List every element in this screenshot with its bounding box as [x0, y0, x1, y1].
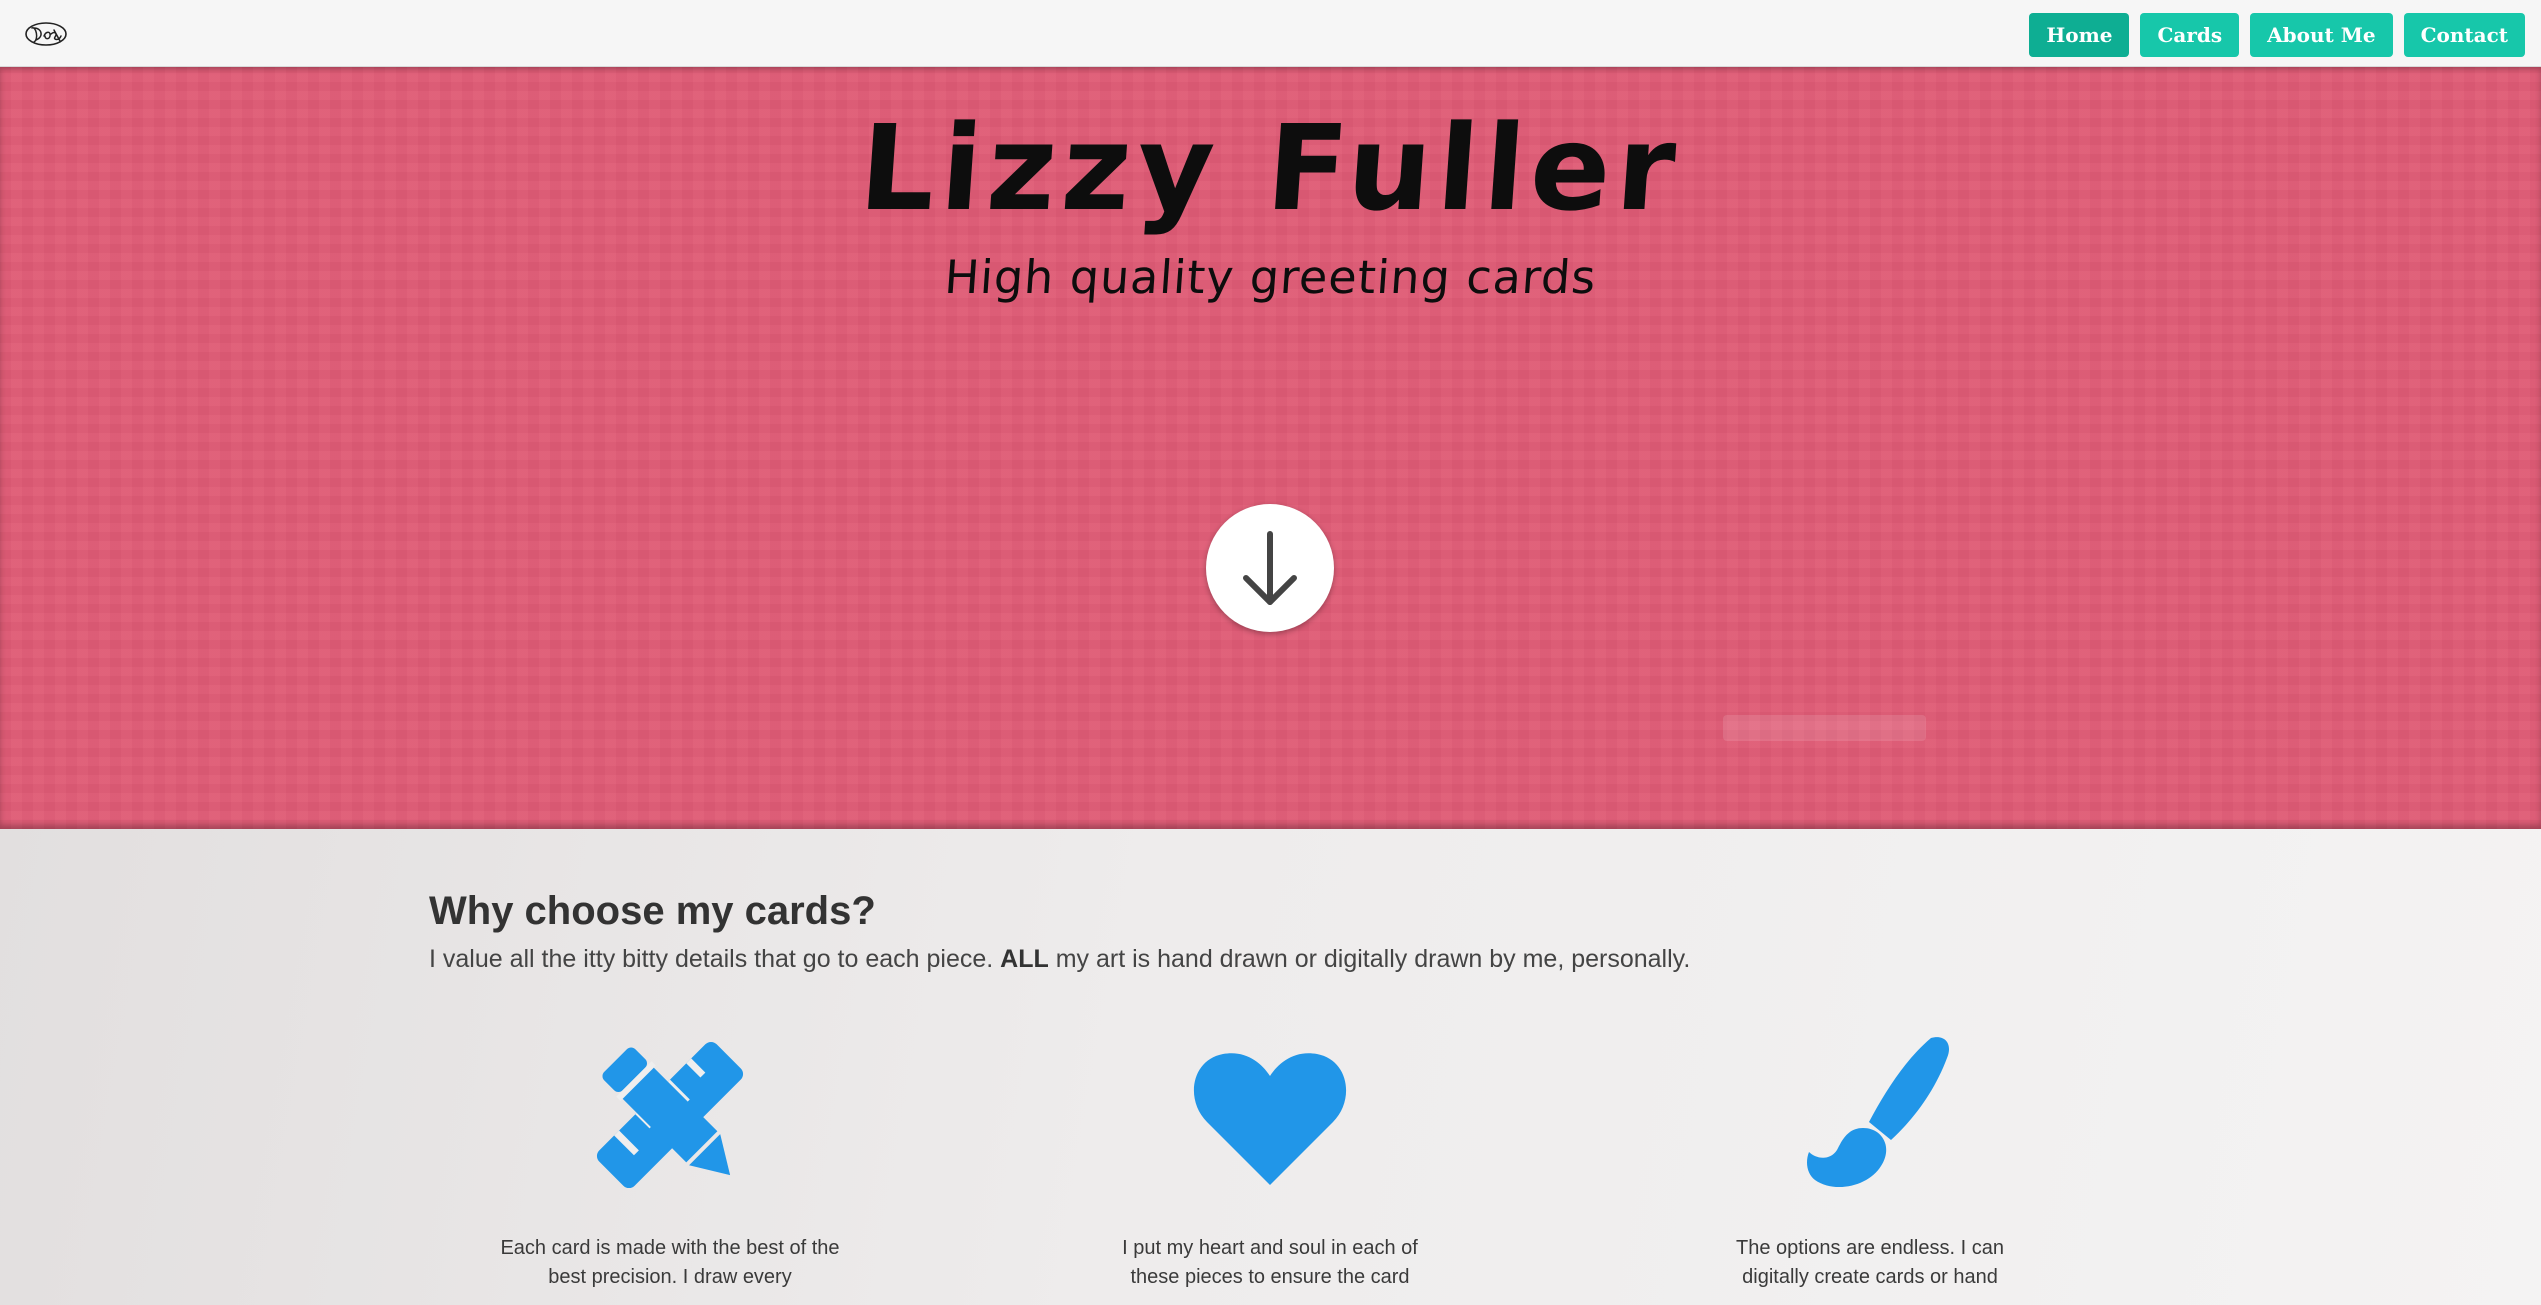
paint-brush-icon — [1700, 1030, 2040, 1200]
heart-icon — [1100, 1030, 1440, 1200]
faint-overlay-widget — [1723, 715, 1926, 741]
features-intro-end: my art is hand drawn or digitally drawn … — [1048, 945, 1691, 973]
feature-options-text: The options are endless. I can digitally… — [1736, 1237, 2004, 1288]
features-intro-start: I value all the itty bitty details that … — [429, 945, 1001, 973]
scroll-down-button[interactable] — [1206, 504, 1334, 632]
hero-title: Lizzy Fuller — [855, 99, 1686, 237]
nav-contact-button[interactable]: Contact — [2403, 13, 2525, 57]
feature-heart-text: I put my heart and soul in each of these… — [1122, 1237, 1418, 1288]
features-intro: I value all the itty bitty details that … — [429, 945, 1690, 974]
signature-logo-icon[interactable] — [24, 19, 69, 49]
features-section: Why choose my cards? I value all the itt… — [0, 829, 2541, 1305]
feature-precision-text: Each card is made with the best of the b… — [500, 1237, 840, 1288]
top-navbar: Home Cards About Me Contact — [0, 0, 2541, 67]
features-intro-emphasis: ALL — [1000, 945, 1049, 973]
hero-subtitle: High quality greeting cards — [942, 250, 1599, 304]
arrow-down-icon — [1243, 531, 1297, 605]
hero-section: Lizzy Fuller High quality greeting cards — [0, 67, 2541, 829]
nav-links: Home Cards About Me Contact — [2029, 13, 2525, 57]
nav-about-me-button[interactable]: About Me — [2250, 13, 2393, 57]
pencil-ruler-icon — [500, 1030, 840, 1200]
nav-home-button[interactable]: Home — [2029, 13, 2130, 57]
nav-cards-button[interactable]: Cards — [2140, 13, 2240, 57]
features-title: Why choose my cards? — [429, 889, 876, 933]
